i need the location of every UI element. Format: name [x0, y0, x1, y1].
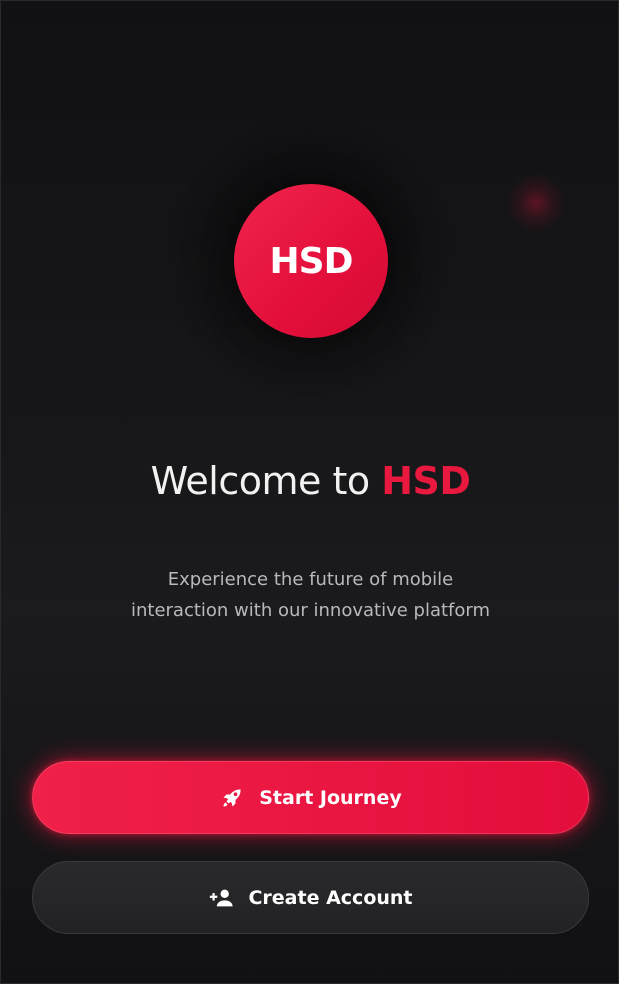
welcome-screen: HSD Welcome to HSD Experience the future… [0, 0, 619, 984]
welcome-subtitle: Experience the future of mobile interact… [61, 564, 560, 626]
subtitle-line-2: interaction with our innovative platform [130, 600, 491, 621]
create-account-label: Create Account [248, 886, 413, 909]
subtitle-line-1: Experience the future of mobile [167, 569, 454, 590]
app-logo: HSD [234, 184, 388, 338]
rocket-icon [219, 786, 245, 810]
add-user-icon [208, 886, 234, 910]
welcome-prefix: Welcome to [150, 459, 382, 503]
welcome-brand: HSD [381, 459, 471, 503]
start-journey-label: Start Journey [259, 786, 402, 809]
logo-text: HSD [269, 240, 354, 282]
decorative-glow [506, 173, 566, 233]
start-journey-button[interactable]: Start Journey [32, 761, 589, 834]
welcome-title: Welcome to HSD [1, 459, 618, 503]
create-account-button[interactable]: Create Account [32, 861, 589, 934]
